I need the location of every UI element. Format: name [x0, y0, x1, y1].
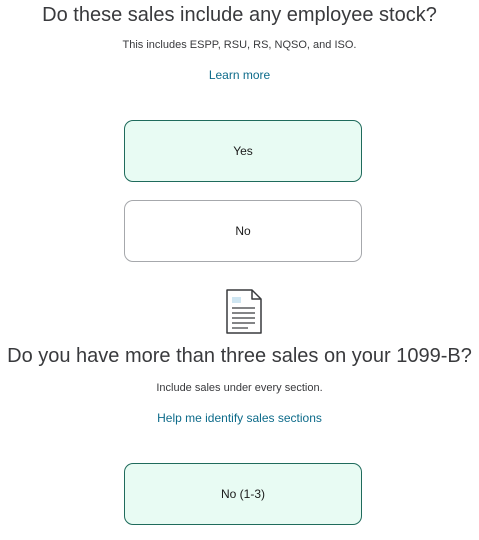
- employee-stock-question-title: Do these sales include any employee stoc…: [42, 4, 437, 26]
- sales-count-question-title: Do you have more than three sales on you…: [7, 345, 472, 367]
- learn-more-link[interactable]: Learn more: [0, 68, 479, 82]
- yes-option-button[interactable]: Yes: [124, 120, 362, 182]
- no-1-3-option-button[interactable]: No (1-3): [124, 463, 362, 525]
- document-icon: [226, 289, 262, 334]
- no-option-label: No: [235, 224, 251, 238]
- employee-stock-question-subtitle: This includes ESPP, RSU, RS, NQSO, and I…: [122, 39, 357, 51]
- no-option-button[interactable]: No: [124, 200, 362, 262]
- identify-sales-sections-link[interactable]: Help me identify sales sections: [0, 411, 479, 425]
- no-1-3-option-label: No (1-3): [220, 487, 265, 501]
- yes-option-label: Yes: [233, 144, 253, 158]
- sales-count-question-subtitle: Include sales under every section.: [156, 382, 323, 394]
